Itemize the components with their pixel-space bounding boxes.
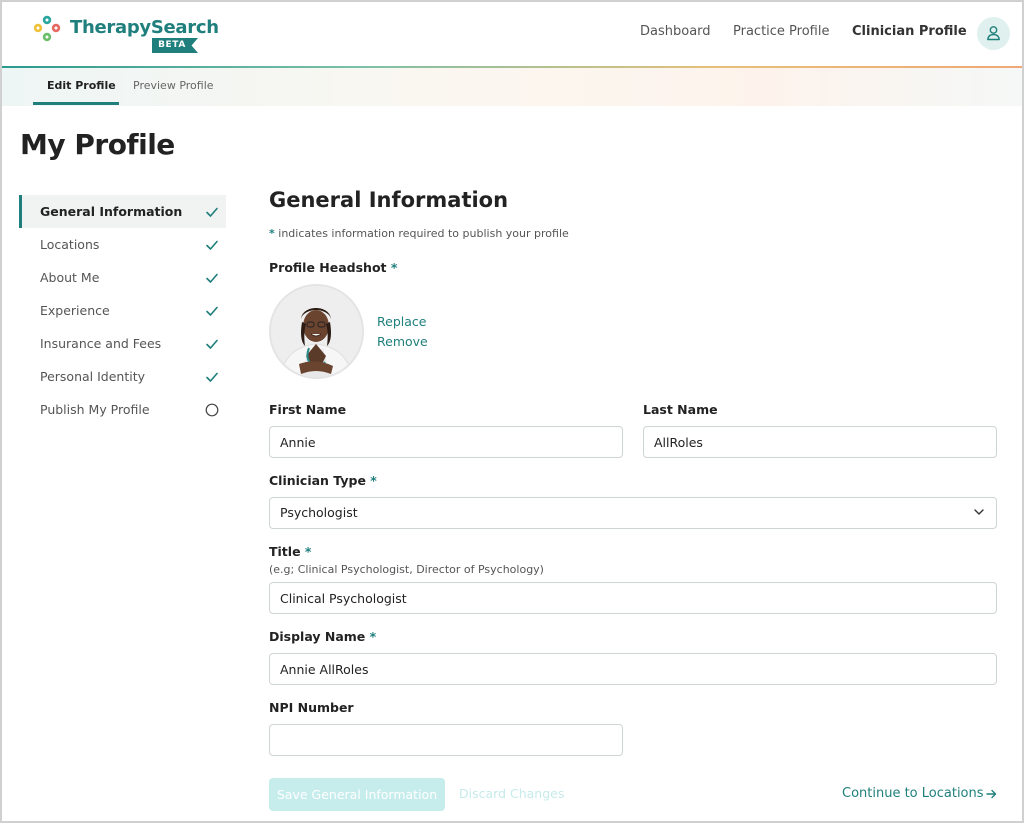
clinician-type-label: Clinician Type *	[269, 473, 377, 488]
title-field[interactable]	[269, 582, 997, 614]
title-label: Title *	[269, 544, 311, 559]
required-asterisk: *	[269, 227, 275, 240]
brand-name: TherapySearch	[70, 17, 219, 38]
last-name-field[interactable]	[643, 426, 997, 458]
active-tab-indicator	[33, 102, 119, 105]
brand-logo[interactable]: TherapySearch BETA	[32, 14, 219, 56]
profile-subtabs: Edit Profile Preview Profile	[2, 68, 1022, 106]
sidebar-item-label: Experience	[40, 303, 110, 318]
check-icon	[206, 339, 218, 349]
nav-dashboard[interactable]: Dashboard	[640, 24, 711, 39]
clinician-type-value: Psychologist	[280, 505, 358, 520]
replace-headshot-link[interactable]: Replace	[377, 314, 426, 329]
required-asterisk: *	[370, 473, 377, 488]
section-title: General Information	[269, 188, 509, 212]
title-hint: (e.g; Clinical Psychologist, Director of…	[269, 563, 544, 576]
title-label-text: Title	[269, 544, 301, 559]
section-sidebar: General Information Locations About Me E…	[19, 195, 226, 426]
first-name-field[interactable]	[269, 426, 623, 458]
tab-preview-profile[interactable]: Preview Profile	[133, 79, 214, 92]
beta-badge: BETA	[152, 38, 198, 53]
sidebar-item-insurance-and-fees[interactable]: Insurance and Fees	[19, 327, 226, 360]
top-header: TherapySearch BETA Dashboard Practice Pr…	[2, 2, 1022, 66]
check-icon	[206, 273, 218, 283]
user-icon	[987, 26, 1000, 41]
required-asterisk: *	[304, 544, 312, 559]
check-icon	[206, 372, 218, 382]
display-name-field[interactable]	[269, 653, 997, 685]
display-name-label: Display Name *	[269, 629, 376, 644]
clinician-type-label-text: Clinician Type	[269, 473, 366, 488]
check-icon	[206, 306, 218, 316]
continue-to-locations-link[interactable]: Continue to Locations	[842, 786, 984, 801]
clinician-type-select[interactable]: Psychologist	[269, 497, 997, 529]
headshot-photo	[271, 286, 362, 377]
sidebar-item-general-information[interactable]: General Information	[19, 195, 226, 228]
discard-changes-button[interactable]: Discard Changes	[459, 786, 564, 801]
profile-headshot	[269, 284, 364, 379]
required-note-text: indicates information required to publis…	[278, 227, 569, 240]
sidebar-item-label: General Information	[40, 204, 183, 219]
check-icon	[206, 240, 218, 250]
empty-circle-icon	[205, 403, 219, 417]
sidebar-item-locations[interactable]: Locations	[19, 228, 226, 261]
sidebar-item-experience[interactable]: Experience	[19, 294, 226, 327]
sidebar-item-label: Insurance and Fees	[40, 336, 162, 351]
sidebar-item-label: Publish My Profile	[40, 402, 150, 417]
sidebar-item-personal-identity[interactable]: Personal Identity	[19, 360, 226, 393]
arrow-right-icon	[986, 789, 997, 799]
nav-clinician-profile[interactable]: Clinician Profile	[852, 24, 967, 39]
required-asterisk: *	[369, 629, 377, 644]
page-title: My Profile	[20, 128, 175, 161]
save-general-information-button[interactable]: Save General Information	[269, 778, 445, 811]
logo-mark-icon	[33, 15, 61, 42]
headshot-label: Profile Headshot *	[269, 260, 397, 275]
remove-headshot-link[interactable]: Remove	[377, 334, 428, 349]
tab-edit-profile[interactable]: Edit Profile	[47, 79, 116, 92]
first-name-label: First Name	[269, 402, 347, 417]
nav-practice-profile[interactable]: Practice Profile	[733, 24, 829, 39]
sidebar-item-publish-my-profile[interactable]: Publish My Profile	[19, 393, 226, 426]
sidebar-item-label: Personal Identity	[40, 369, 146, 384]
display-name-label-text: Display Name	[269, 629, 366, 644]
account-button[interactable]	[977, 17, 1010, 50]
sidebar-item-label: About Me	[40, 270, 100, 285]
headshot-label-text: Profile Headshot	[269, 260, 387, 275]
chevron-down-icon	[974, 509, 984, 515]
npi-number-label: NPI Number	[269, 700, 354, 715]
required-note: * indicates information required to publ…	[269, 227, 569, 240]
sidebar-item-about-me[interactable]: About Me	[19, 261, 226, 294]
last-name-label: Last Name	[643, 402, 718, 417]
check-icon	[206, 207, 218, 217]
npi-number-field[interactable]	[269, 724, 623, 756]
required-asterisk: *	[390, 260, 398, 275]
sidebar-item-label: Locations	[40, 237, 100, 252]
